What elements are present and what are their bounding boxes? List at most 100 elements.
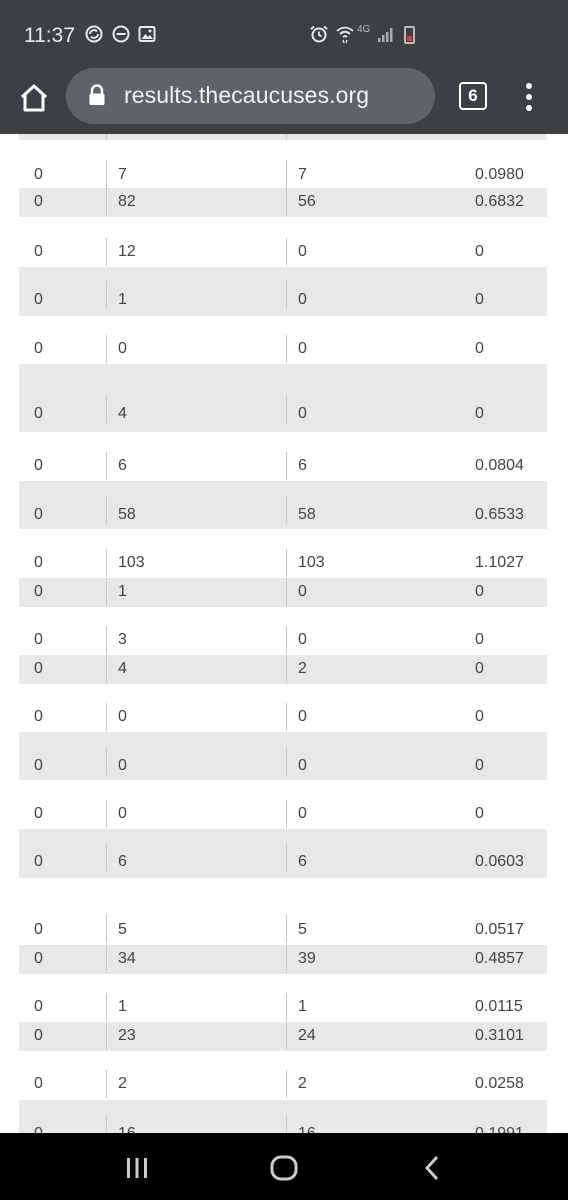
table-cell: 0.6832 [475,193,524,210]
table-cell: 0 [34,457,43,474]
table-row: 0 34 39 0.4857 [19,945,547,974]
table-row-fragment [19,134,547,140]
status-bar: 11:37 4G [0,0,568,70]
alarm-icon [309,24,329,44]
tab-switcher-button[interactable]: 6 [459,82,487,110]
column-divider [106,1115,107,1133]
results-table: 0 7 7 0.0980 0 82 56 0.6832 0 12 0 0 0 1 0 0 0 0 0 0 0 4 0 0 0 6 6… [0,134,568,1133]
table-cell: 0 [475,631,484,648]
table-cell: 7 [118,166,127,183]
column-divider [286,335,287,363]
table-cell: 0 [118,708,127,725]
table-row: 0 7 7 0.0980 [19,160,547,188]
system-nav-bar [0,1133,568,1200]
table-cell: 0 [298,291,307,308]
column-divider [286,915,287,943]
table-cell: 56 [298,193,316,210]
lock-icon [88,84,106,106]
table-cell: 0 [118,805,127,822]
table-cell: 0 [34,291,43,308]
column-divider [286,993,287,1021]
table-cell: 0 [34,853,43,870]
table-cell: 16 [118,1125,136,1133]
table-cell: 0 [34,1075,43,1092]
column-divider [106,945,107,973]
more-vert-icon[interactable] [520,80,538,112]
table-row: 0 0 0 0 [19,703,547,732]
table-cell: 12 [118,243,136,260]
table-cell: 3 [118,631,127,648]
table-cell: 0 [475,243,484,260]
table-cell: 5 [118,921,127,938]
table-cell: 0 [475,708,484,725]
table-cell: 103 [118,554,145,571]
column-divider [286,1070,287,1098]
table-cell: 1 [118,998,127,1015]
network-label: 4G [357,24,371,35]
table-cell: 0 [34,583,43,600]
table-cell: 0 [34,1125,43,1133]
table-cell: 0 [34,340,43,357]
table-row: 0 4 0 0 [19,364,547,432]
column-divider [106,843,107,871]
url-bar[interactable]: results.thecaucuses.org [66,68,435,124]
table-cell: 0 [34,554,43,571]
table-cell: 0 [298,708,307,725]
table-row: 0 0 0 0 [19,335,547,364]
table-cell: 82 [118,193,136,210]
column-divider [106,160,107,188]
table-cell: 0 [34,708,43,725]
table-cell: 0 [298,405,307,422]
column-divider [286,395,287,423]
table-cell: 4 [118,405,127,422]
table-cell: 0.0804 [475,457,524,474]
column-divider [106,238,107,266]
table-cell: 0.0115 [475,998,523,1015]
table-cell: 0 [475,340,484,357]
image-icon [137,24,157,44]
back-icon[interactable] [418,1153,448,1183]
column-divider [286,496,287,524]
column-divider [286,188,287,216]
column-divider [106,800,107,828]
column-divider [106,188,107,216]
browser-toolbar: results.thecaucuses.org 6 [0,68,568,128]
table-row: 0 58 58 0.6533 [19,481,547,529]
table-row: 0 82 56 0.6832 [19,188,547,217]
table-row: 0 103 103 1.1027 [19,549,547,578]
table-cell: 39 [298,950,316,967]
home-circle-icon[interactable] [269,1153,299,1183]
table-cell: 0 [298,757,307,774]
table-cell: 103 [298,554,325,571]
home-icon[interactable] [16,80,52,116]
table-row: 0 4 2 0 [19,655,547,684]
table-cell: 0 [34,757,43,774]
column-divider [106,496,107,524]
table-cell: 6 [298,457,307,474]
table-cell: 0 [34,193,43,210]
column-divider [106,335,107,363]
table-cell: 1.1027 [475,554,524,571]
table-cell: 0 [298,805,307,822]
table-cell: 58 [118,506,136,523]
table-cell: 4 [118,660,127,677]
table-cell: 0.4857 [475,950,524,967]
column-divider [106,452,107,480]
column-divider [286,626,287,654]
table-cell: 0 [475,405,484,422]
column-divider [286,238,287,266]
table-cell: 0.0603 [475,853,524,870]
column-divider [106,655,107,683]
wifi-icon [335,24,355,44]
url-text: results.thecaucuses.org [124,82,370,108]
recent-apps-icon[interactable] [122,1153,152,1183]
column-divider [286,655,287,683]
table-cell: 0 [475,757,484,774]
table-cell: 0 [34,921,43,938]
browser-chrome: 11:37 4G results.thecaucuses.org 6 [0,0,568,134]
column-divider [286,703,287,731]
table-cell: 0 [475,583,484,600]
table-row: 0 23 24 0.3101 [19,1022,547,1051]
table-cell: 0.6533 [475,506,524,523]
table-row: 0 16 16 0.1991 [19,1100,547,1133]
